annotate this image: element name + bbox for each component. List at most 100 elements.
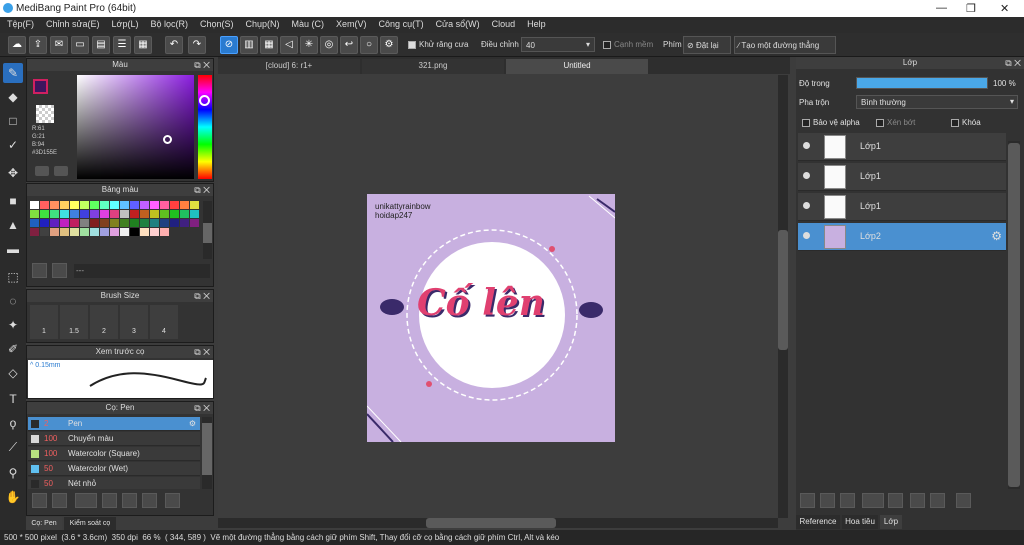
protect-alpha-checkbox[interactable] [802, 118, 810, 127]
palette-swatch[interactable] [100, 210, 109, 218]
layer-list-scrollbar[interactable] [1008, 141, 1020, 489]
brush-list-item[interactable]: 2 Pen ⚙ [28, 417, 200, 431]
menu-select[interactable]: Chọn(S) [193, 17, 239, 33]
snap-off-icon[interactable]: ⊘ [220, 36, 238, 54]
rectangle-tool-icon[interactable]: □ [3, 111, 23, 131]
perspective-snap-icon[interactable]: ◁ [280, 36, 298, 54]
palette-swatch[interactable] [190, 219, 199, 227]
hue-slider-cursor[interactable] [199, 95, 210, 106]
bubble-tool-icon[interactable]: ϙ [3, 413, 23, 433]
layer-delete-button[interactable] [956, 493, 971, 508]
palette-swatch[interactable] [60, 210, 69, 218]
tab-reference[interactable]: Reference [796, 515, 840, 529]
opacity-slider[interactable] [856, 77, 988, 89]
palette-swatch[interactable] [150, 210, 159, 218]
palette-swatch[interactable] [180, 201, 189, 209]
palette-swatch[interactable] [190, 210, 199, 218]
close-button[interactable]: ✕ [1000, 2, 1009, 15]
hue-slider[interactable] [198, 75, 212, 179]
settings-snap-icon[interactable]: ⚙ [380, 36, 398, 54]
palette-swatch[interactable] [100, 219, 109, 227]
maximize-button[interactable]: ❐ [966, 2, 976, 15]
menu-window[interactable]: Cửa sổ(W) [429, 17, 485, 33]
eye-icon[interactable] [803, 202, 810, 209]
layer-settings-icon[interactable]: ⚙ [991, 229, 1002, 243]
layer-folder-button[interactable] [888, 493, 903, 508]
circle-snap-icon[interactable]: ◎ [320, 36, 338, 54]
palette-swatch[interactable] [70, 201, 79, 209]
transparent-color-swatch[interactable] [36, 105, 54, 123]
palette-swatch[interactable] [130, 219, 139, 227]
brush-list-item[interactable]: 100 Chuyển màu [28, 432, 200, 446]
eye-icon[interactable] [803, 232, 810, 239]
palette-swatch[interactable] [160, 219, 169, 227]
brush-tool-icon[interactable]: ✎ [3, 63, 23, 83]
menu-view[interactable]: Xem(V) [329, 17, 372, 33]
minimize-button[interactable]: — [936, 2, 947, 14]
palette-swatch[interactable] [30, 228, 39, 236]
palette-swatch[interactable] [140, 228, 149, 236]
brush-size-3[interactable]: 3 [120, 305, 148, 339]
palette-swatch[interactable] [120, 228, 129, 236]
layer-duplicate-button[interactable] [910, 493, 925, 508]
select-tool-icon[interactable]: ⬚ [3, 267, 23, 287]
palette-delete-button[interactable] [52, 263, 67, 278]
palette-swatch[interactable] [120, 219, 129, 227]
palette-swatch[interactable] [170, 219, 179, 227]
palette-swatch[interactable] [60, 201, 69, 209]
palette-swatch[interactable] [180, 210, 189, 218]
palette-swatch[interactable] [80, 228, 89, 236]
palette-swatch[interactable] [160, 210, 169, 218]
palette-swatch[interactable] [120, 210, 129, 218]
brush-settings-button[interactable] [142, 493, 157, 508]
tab-navigator[interactable]: Hoa tiêu [842, 515, 878, 529]
document-canvas[interactable]: unikattyrainbow hoidap247 Cố lên [367, 194, 615, 442]
grid-icon[interactable]: ▦ [134, 36, 152, 54]
select-pen-tool-icon[interactable]: ✐ [3, 339, 23, 359]
cloud-icon[interactable]: ☁ [8, 36, 26, 54]
palette-swatch[interactable] [30, 210, 39, 218]
palette-swatch[interactable] [50, 228, 59, 236]
palette-swatch[interactable] [50, 210, 59, 218]
palette-swatch[interactable] [40, 219, 49, 227]
palette-swatch[interactable] [30, 219, 39, 227]
palette-swatch[interactable] [40, 210, 49, 218]
brush-delete-button[interactable] [165, 493, 180, 508]
palette-swatch[interactable] [90, 219, 99, 227]
new-file-icon[interactable]: ▭ [71, 36, 89, 54]
brush-size-4[interactable]: 4 [150, 305, 178, 339]
palette-swatch[interactable] [40, 201, 49, 209]
palette-swatch[interactable] [70, 219, 79, 227]
brush-size-1-5[interactable]: 1.5 [60, 305, 88, 339]
palette-swatch[interactable] [130, 201, 139, 209]
brush-menu-button[interactable] [75, 493, 97, 508]
menu-color[interactable]: Màu (C) [285, 17, 330, 33]
tab-321-png[interactable]: 321.png [362, 59, 504, 74]
palette-swatch[interactable] [30, 201, 39, 209]
move-tool-icon[interactable]: ✥ [3, 163, 23, 183]
palette-swatch[interactable] [180, 219, 189, 227]
brush-list-item[interactable]: 100 Watercolor (Square) [28, 447, 200, 461]
brush-size-1[interactable]: 1 [30, 305, 58, 339]
palette-swatch[interactable] [100, 228, 109, 236]
saturation-value-picker[interactable] [77, 75, 194, 179]
menu-edit[interactable]: Chỉnh sửa(E) [39, 17, 105, 33]
brush-list-scrollbar[interactable] [202, 417, 212, 489]
palette-swatch[interactable] [150, 219, 159, 227]
eraser-tool-icon[interactable]: ◆ [3, 87, 23, 107]
palette-swatch[interactable] [70, 228, 79, 236]
palette-swatch[interactable] [110, 219, 119, 227]
straight-line-button[interactable]: ∕ Tạo một đường thẳng [734, 36, 836, 54]
palette-scrollbar[interactable] [203, 201, 212, 259]
layer-new-8bit-button[interactable] [820, 493, 835, 508]
palette-swatch[interactable] [170, 201, 179, 209]
palette-swatch[interactable] [60, 219, 69, 227]
palette-swatch[interactable] [170, 210, 179, 218]
brush-add-button[interactable] [32, 493, 47, 508]
foreground-color-swatch[interactable] [33, 79, 48, 94]
palette-swatch[interactable] [110, 201, 119, 209]
select-eraser-tool-icon[interactable]: ◇ [3, 363, 23, 383]
layer-new-button[interactable] [800, 493, 815, 508]
hand-tool-icon[interactable]: ✋ [3, 487, 23, 507]
layer-merge-button[interactable] [930, 493, 945, 508]
